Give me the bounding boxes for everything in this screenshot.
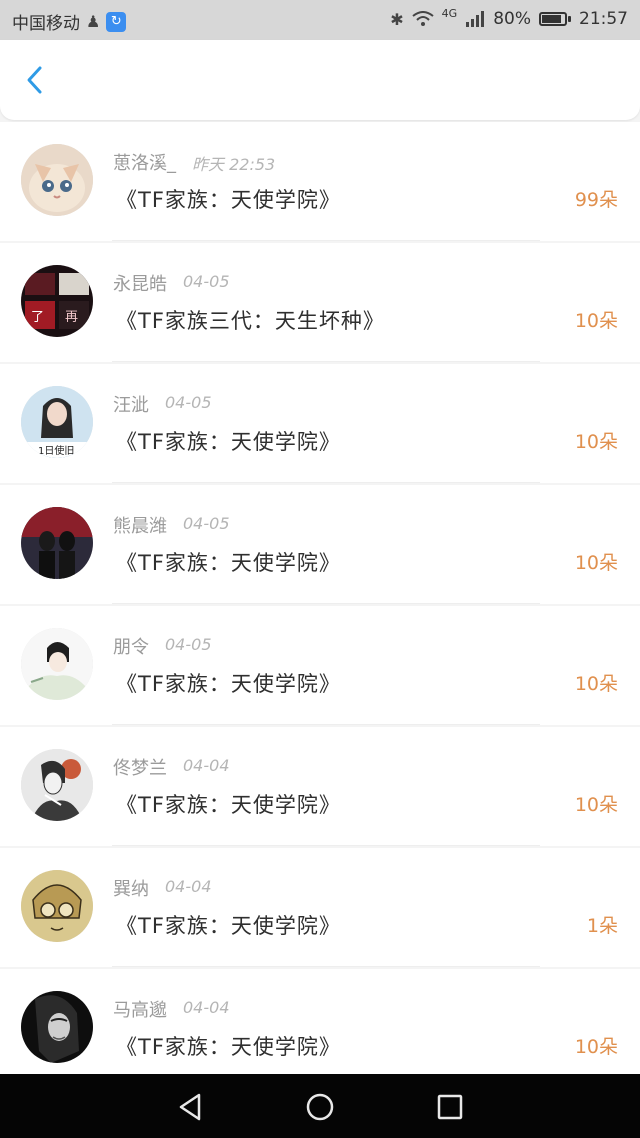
battery-icon — [539, 12, 571, 26]
system-navigation-bar — [0, 1074, 640, 1138]
gift-record-list: 葸洛溪_ 昨天 22:53 《TF家族：天使学院》 99朵了再永昆皓 04-05 《TF家… — [0, 122, 640, 1090]
carrier-label: 中国移动 — [12, 14, 80, 34]
row-divider — [112, 966, 540, 967]
row-divider — [112, 482, 540, 483]
avatar[interactable] — [21, 870, 93, 942]
flower-count: 10朵 — [574, 1036, 618, 1058]
status-bar: 中国移动 ♟ ↻ ✱ 4G 80% 21:57 — [0, 0, 640, 40]
flower-count: 10朵 — [574, 794, 618, 816]
status-left: 中国移动 ♟ ↻ — [12, 9, 127, 34]
book-title: 《TF家族：天使学院》 — [116, 188, 341, 212]
user-name[interactable]: 佟梦兰 — [113, 754, 167, 780]
user-name[interactable]: 永昆皓 — [113, 270, 167, 296]
system-recent-button[interactable] — [433, 1090, 467, 1124]
user-name[interactable]: 汪泚 — [113, 391, 149, 417]
book-title: 《TF家族：天使学院》 — [116, 1035, 341, 1059]
network-type-label: 4G — [441, 6, 458, 20]
flower-count: 10朵 — [574, 310, 618, 332]
avatar[interactable] — [21, 507, 93, 579]
avatar[interactable] — [21, 144, 93, 216]
status-right: ✱ 4G 80% 21:57 — [390, 6, 628, 30]
app-notification-icon: ↻ — [106, 11, 127, 32]
timestamp: 04-05 — [165, 393, 212, 412]
list-item-group: 了再永昆皓 04-05 《TF家族三代：天生坏种》 10朵 — [0, 243, 640, 362]
timestamp: 04-05 — [183, 514, 230, 533]
top-nav-bar — [0, 40, 640, 120]
avatar[interactable] — [21, 749, 93, 821]
timestamp: 04-04 — [183, 756, 230, 775]
book-title: 《TF家族：天使学院》 — [116, 672, 341, 696]
avatar[interactable]: 1日使旧 — [21, 386, 93, 458]
avatar[interactable]: 了再 — [21, 265, 93, 337]
list-item-group: 朋令 04-05 《TF家族：天使学院》 10朵 — [0, 606, 640, 725]
list-item-group: 佟梦兰 04-04 《TF家族：天使学院》 10朵 — [0, 727, 640, 846]
user-name[interactable]: 马高邈 — [113, 996, 167, 1022]
list-item-group: 熊晨潍 04-05 《TF家族：天使学院》 10朵 — [0, 485, 640, 604]
book-title: 《TF家族：天使学院》 — [116, 430, 341, 454]
list-item[interactable]: 佟梦兰 04-04 《TF家族：天使学院》 10朵 — [0, 727, 640, 846]
row-divider — [112, 361, 540, 362]
flower-count: 99朵 — [574, 189, 618, 211]
row-divider — [112, 845, 540, 846]
row-divider — [112, 240, 540, 241]
flower-count: 1朵 — [586, 915, 618, 937]
user-name[interactable]: 巽纳 — [113, 875, 149, 901]
list-item-group: 马高邈 04-04 《TF家族：天使学院》 10朵 — [0, 969, 640, 1088]
list-item[interactable]: 巽纳 04-04 《TF家族：天使学院》 1朵 — [0, 848, 640, 967]
triangle-back-icon — [179, 1093, 201, 1121]
bluetooth-icon: ✱ — [390, 9, 404, 29]
list-item-group: 1日使旧 汪泚 04-05 《TF家族：天使学院》 10朵 — [0, 364, 640, 483]
user-name[interactable]: 葸洛溪_ — [113, 149, 176, 175]
list-item-group: 葸洛溪_ 昨天 22:53 《TF家族：天使学院》 99朵 — [0, 122, 640, 241]
screen: 中国移动 ♟ ↻ ✱ 4G 80% 21:57 葸洛溪_ 昨天 22:53 《T… — [0, 0, 640, 1138]
back-button[interactable] — [20, 65, 50, 95]
flower-count: 10朵 — [574, 673, 618, 695]
user-name[interactable]: 熊晨潍 — [113, 512, 167, 538]
user-name[interactable]: 朋令 — [113, 633, 149, 659]
clock: 21:57 — [579, 9, 628, 29]
system-back-button[interactable] — [173, 1090, 207, 1124]
svg-text:再: 再 — [65, 310, 78, 325]
circle-home-icon — [306, 1093, 334, 1121]
list-item[interactable]: 朋令 04-05 《TF家族：天使学院》 10朵 — [0, 606, 640, 725]
timestamp: 04-04 — [165, 877, 212, 896]
flower-count: 10朵 — [574, 431, 618, 453]
wifi-icon — [412, 11, 434, 26]
book-title: 《TF家族：天使学院》 — [116, 793, 341, 817]
timestamp: 04-04 — [183, 998, 230, 1017]
book-title: 《TF家族：天使学院》 — [116, 551, 341, 575]
svg-text:了: 了 — [31, 310, 44, 325]
battery-percent: 80% — [493, 9, 531, 29]
system-home-button[interactable] — [303, 1090, 337, 1124]
timestamp: 04-05 — [165, 635, 212, 654]
avatar[interactable] — [21, 991, 93, 1063]
timestamp: 昨天 22:53 — [192, 155, 276, 174]
book-title: 《TF家族：天使学院》 — [116, 914, 341, 938]
list-item-group: 巽纳 04-04 《TF家族：天使学院》 1朵 — [0, 848, 640, 967]
list-item[interactable]: 熊晨潍 04-05 《TF家族：天使学院》 10朵 — [0, 485, 640, 604]
person-icon: ♟ — [86, 12, 101, 31]
list-item[interactable]: 马高邈 04-04 《TF家族：天使学院》 10朵 — [0, 969, 640, 1088]
svg-text:1日使旧: 1日使旧 — [38, 444, 74, 457]
flower-count: 10朵 — [574, 552, 618, 574]
list-item[interactable]: 葸洛溪_ 昨天 22:53 《TF家族：天使学院》 99朵 — [0, 122, 640, 241]
chevron-left-icon — [27, 66, 42, 94]
list-item[interactable]: 了再永昆皓 04-05 《TF家族三代：天生坏种》 10朵 — [0, 243, 640, 362]
row-divider — [112, 724, 540, 725]
book-title: 《TF家族三代：天生坏种》 — [116, 309, 385, 333]
square-recent-icon — [437, 1094, 463, 1120]
list-item[interactable]: 1日使旧 汪泚 04-05 《TF家族：天使学院》 10朵 — [0, 364, 640, 483]
row-divider — [112, 603, 540, 604]
signal-icon — [466, 11, 485, 27]
avatar[interactable] — [21, 628, 93, 700]
timestamp: 04-05 — [183, 272, 230, 291]
